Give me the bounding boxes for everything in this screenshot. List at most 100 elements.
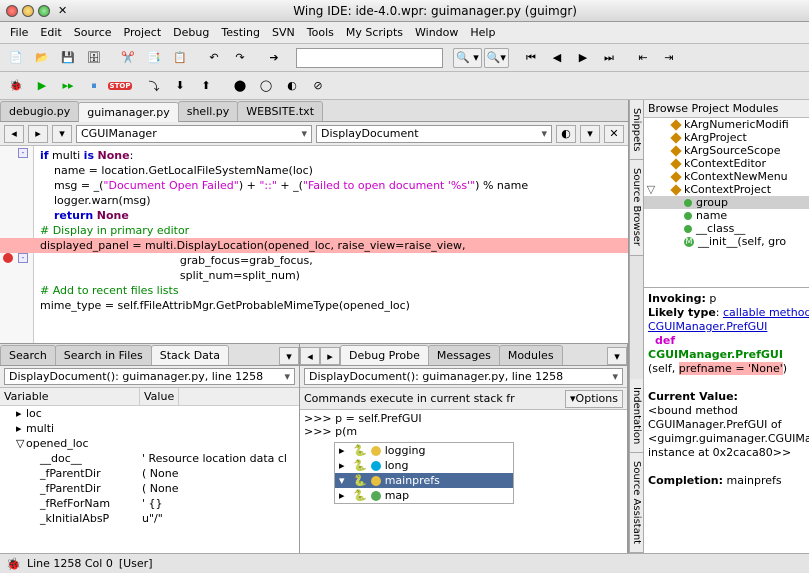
project-tree-item[interactable]: name <box>644 209 809 222</box>
menu-edit[interactable]: Edit <box>34 24 67 41</box>
search-dropdown[interactable]: 🔍 ▾ <box>453 48 482 68</box>
minimize-icon[interactable] <box>22 5 34 17</box>
class-combo[interactable]: CGUIManager <box>76 125 312 143</box>
autocomplete-item[interactable]: ▾🐍mainprefs <box>335 473 513 488</box>
search-input[interactable] <box>296 48 443 68</box>
nav-back-icon[interactable]: ◂ <box>4 125 24 143</box>
tab-shell[interactable]: shell.py <box>178 101 239 121</box>
probe-fwd-icon[interactable]: ▸ <box>320 347 340 365</box>
new-file-icon[interactable]: 📄 <box>4 47 28 69</box>
link-sig[interactable]: CGUIManager.PrefGUI <box>648 320 767 333</box>
open-file-icon[interactable]: 📂 <box>30 47 54 69</box>
menu-tools[interactable]: Tools <box>301 24 340 41</box>
close-editor-icon[interactable]: ✕ <box>604 125 624 143</box>
debug-bug-icon[interactable]: 🐞 <box>4 75 28 97</box>
variable-row[interactable]: _fParentDir( None <box>0 481 299 496</box>
code-line[interactable]: # Display in primary editor <box>0 223 628 238</box>
tab-stack-data[interactable]: Stack Data <box>151 345 229 365</box>
options-button[interactable]: ▾ Options <box>565 390 623 408</box>
variable-row[interactable]: __doc__' Resource location data cl <box>0 451 299 466</box>
nav-prev-icon[interactable]: ◀ <box>545 47 569 69</box>
tab-messages[interactable]: Messages <box>428 345 500 365</box>
project-tree-item[interactable]: M__init__(self, gro <box>644 235 809 248</box>
tab-search[interactable]: Search <box>0 345 56 365</box>
step-into-icon[interactable]: ⬇ <box>168 75 192 97</box>
nav-next-icon[interactable]: ▶ <box>571 47 595 69</box>
method-combo[interactable]: DisplayDocument <box>316 125 552 143</box>
vtab-snippets[interactable]: Snippets <box>630 100 643 160</box>
project-tree-item[interactable]: __class__ <box>644 222 809 235</box>
tab-guimanager[interactable]: guimanager.py <box>78 102 178 122</box>
undo-icon[interactable]: ↶ <box>202 47 226 69</box>
menu-project[interactable]: Project <box>118 24 168 41</box>
menu-myscripts[interactable]: My Scripts <box>340 24 409 41</box>
code-line[interactable]: mime_type = self.fFileAttribMgr.GetProba… <box>0 298 628 313</box>
code-editor[interactable]: if multi is None: name = location.GetLoc… <box>0 146 628 343</box>
breakpoint-cond-icon[interactable]: ◐ <box>280 75 304 97</box>
debug-continue-icon[interactable]: ▸▸ <box>56 75 80 97</box>
probe-frame-combo[interactable]: DisplayDocument(): guimanager.py, line 1… <box>304 368 623 385</box>
nav-last-icon[interactable]: ⏭ <box>597 47 621 69</box>
paste-icon[interactable]: 📋 <box>168 47 192 69</box>
menu-debug[interactable]: Debug <box>167 24 215 41</box>
variable-row[interactable]: _fRefForNam' {} <box>0 496 299 511</box>
col-value[interactable]: Value <box>140 388 179 405</box>
save-all-icon[interactable]: 🗄 <box>82 47 106 69</box>
debug-stop-icon[interactable]: STOP <box>108 75 132 97</box>
cut-icon[interactable]: ✂️ <box>116 47 140 69</box>
indent-right-icon[interactable]: ⇥ <box>657 47 681 69</box>
autocomplete-item[interactable]: ▸🐍map <box>335 488 513 503</box>
debug-run-icon[interactable]: ▶ <box>30 75 54 97</box>
link-callable[interactable]: callable method <box>723 306 809 319</box>
code-line[interactable]: if multi is None: <box>0 148 628 163</box>
tab-debugio[interactable]: debugio.py <box>0 101 79 121</box>
step-over-icon[interactable]: ⤵ <box>142 75 166 97</box>
tab-modules[interactable]: Modules <box>499 345 563 365</box>
debug-pause-icon[interactable]: ⏸ <box>82 75 106 97</box>
project-tree-item[interactable]: ▽kContextProject <box>644 183 809 196</box>
code-line[interactable]: msg = _("Document Open Failed") + "::" +… <box>0 178 628 193</box>
autocomplete-popup[interactable]: ▸🐍logging▸🐍long▾🐍mainprefs▸🐍map <box>334 442 514 504</box>
breakpoint-disable-icon[interactable]: ◯ <box>254 75 278 97</box>
search-dropdown-2[interactable]: 🔍▾ <box>484 48 509 68</box>
project-tree-item[interactable]: kArgNumericModifi <box>644 118 809 131</box>
vtab-source-browser[interactable]: Source Browser <box>630 160 643 255</box>
menu-file[interactable]: File <box>4 24 34 41</box>
nav-fwd-icon[interactable]: ▸ <box>28 125 48 143</box>
col-variable[interactable]: Variable <box>0 388 140 405</box>
code-line[interactable]: grab_focus=grab_focus, <box>0 253 628 268</box>
save-icon[interactable]: 💾 <box>56 47 80 69</box>
copy-icon[interactable]: 📑 <box>142 47 166 69</box>
zoom-icon[interactable] <box>38 5 50 17</box>
project-tree[interactable]: kArgNumericModifikArgProjectkArgSourceSc… <box>644 118 809 288</box>
tab-website[interactable]: WEBSITE.txt <box>237 101 323 121</box>
vtab-indentation[interactable]: Indentation <box>630 379 643 453</box>
nav-drop-icon[interactable]: ▾ <box>52 125 72 143</box>
code-line[interactable]: return None <box>0 208 628 223</box>
code-line[interactable]: logger.warn(msg) <box>0 193 628 208</box>
redo-icon[interactable]: ↷ <box>228 47 252 69</box>
vtab-source-assistant[interactable]: Source Assistant <box>630 453 643 553</box>
close-icon[interactable] <box>6 5 18 17</box>
bookmark-icon[interactable]: ◐ <box>556 125 576 143</box>
statusbar-bug-icon[interactable]: 🐞 <box>6 557 21 571</box>
menu-source[interactable]: Source <box>68 24 118 41</box>
goto-icon[interactable]: ➔ <box>262 47 286 69</box>
code-line[interactable]: displayed_panel = multi.DisplayLocation(… <box>0 238 628 253</box>
tab-search-files[interactable]: Search in Files <box>55 345 152 365</box>
probe-menu-icon[interactable]: ▾ <box>607 347 627 365</box>
menu-window[interactable]: Window <box>409 24 464 41</box>
variable-row[interactable]: ▸multi <box>0 421 299 436</box>
project-tree-item[interactable]: kContextEditor <box>644 157 809 170</box>
menu-testing[interactable]: Testing <box>215 24 266 41</box>
project-tree-item[interactable]: kArgProject <box>644 131 809 144</box>
project-tree-item[interactable]: group <box>644 196 809 209</box>
code-line[interactable]: # Add to recent files lists <box>0 283 628 298</box>
menu-help[interactable]: Help <box>464 24 501 41</box>
autocomplete-item[interactable]: ▸🐍logging <box>335 443 513 458</box>
panel-menu-icon[interactable]: ▾ <box>279 347 299 365</box>
project-tree-item[interactable]: kContextNewMenu <box>644 170 809 183</box>
variable-row[interactable]: _kInitialAbsPu"/" <box>0 511 299 526</box>
variables-tree[interactable]: Variable Value ▸loc▸multi▽opened_loc__do… <box>0 388 299 553</box>
tab-debug-probe[interactable]: Debug Probe <box>340 345 429 365</box>
